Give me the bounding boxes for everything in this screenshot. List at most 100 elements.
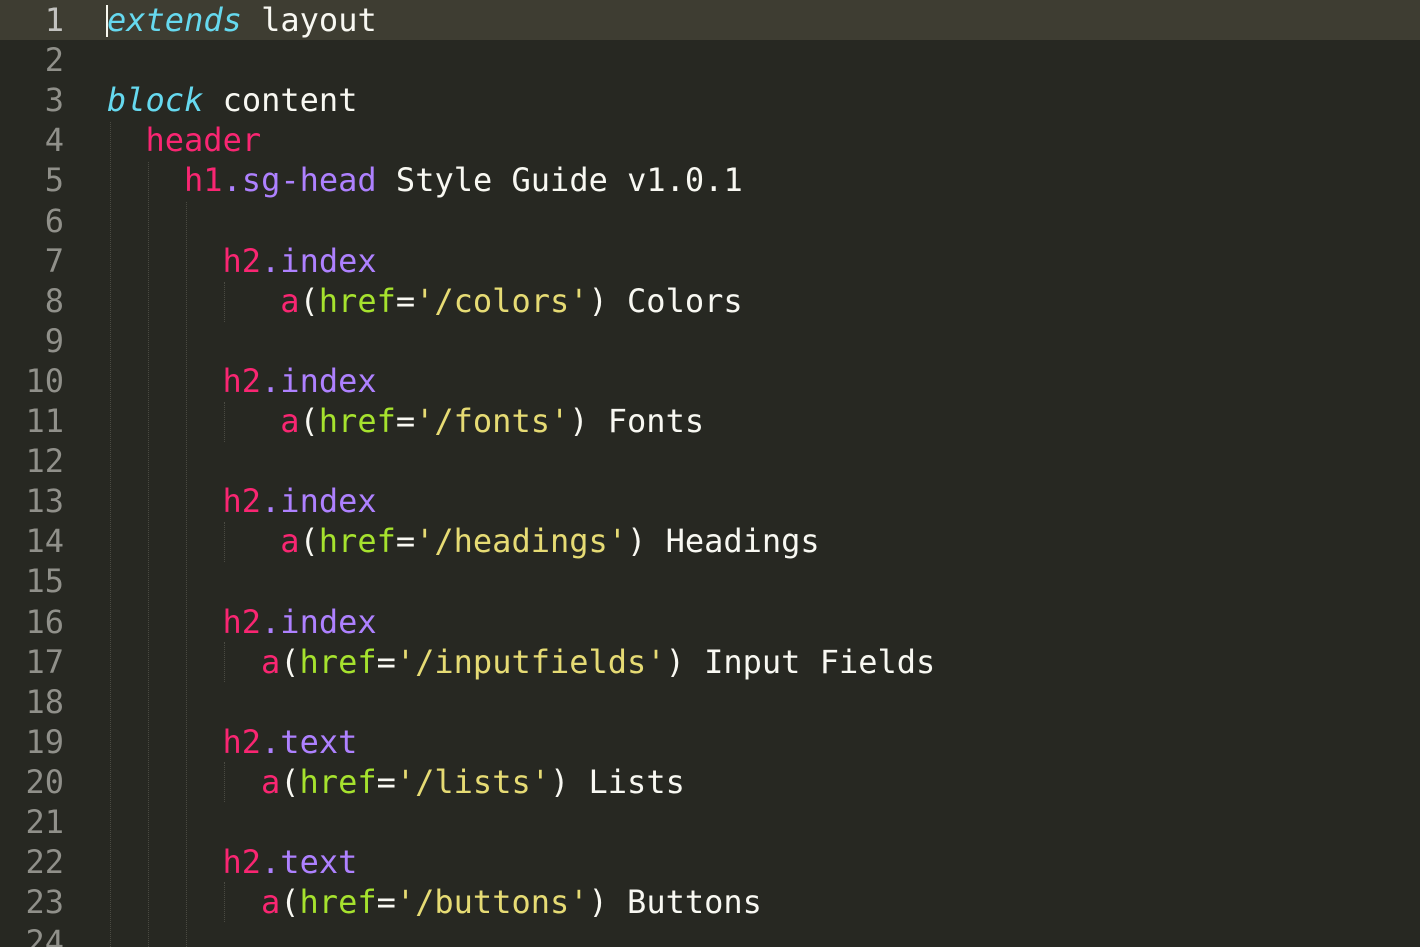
code-token-keyword: block	[107, 81, 204, 120]
code-token-class: .index	[261, 482, 377, 521]
code-token-string: '/headings'	[415, 522, 628, 561]
code-line[interactable]: 19 h2.text	[0, 722, 1420, 762]
line-code: h2.index	[223, 241, 377, 281]
line-code: h1.sg-head Style Guide v1.0.1	[184, 160, 743, 200]
line-code: h2.text	[223, 722, 358, 762]
code-token-plain: (	[280, 883, 300, 922]
code-line[interactable]: 23 a(href='/buttons') Buttons	[0, 882, 1420, 922]
code-line[interactable]: 21	[0, 802, 1420, 842]
code-line[interactable]: 18	[0, 682, 1420, 722]
line-number: 13	[25, 482, 64, 521]
line-code: a(href='/headings') Headings	[280, 521, 819, 561]
code-line[interactable]: 6	[0, 201, 1420, 241]
code-token-tag: a	[261, 762, 281, 801]
code-line[interactable]: 17 a(href='/inputfields') Input Fields	[0, 642, 1420, 682]
code-line[interactable]: 15	[0, 561, 1420, 601]
code-line[interactable]: 12	[0, 441, 1420, 481]
code-token-tag: a	[261, 883, 281, 922]
code-line[interactable]: 7 h2.index	[0, 241, 1420, 281]
code-token-class: .index	[261, 602, 377, 641]
code-line[interactable]: 3 block content	[0, 80, 1420, 120]
line-number: 8	[44, 281, 64, 320]
code-token-plain: =	[376, 642, 396, 681]
line-number: 2	[44, 41, 64, 80]
code-token-tag: header	[145, 121, 262, 160]
code-token-string: '/buttons'	[395, 883, 589, 922]
code-line[interactable]: 10 h2.index	[0, 361, 1420, 401]
line-code: h2.index	[223, 361, 377, 401]
code-token-tag: a	[280, 281, 300, 320]
code-token-plain: (	[299, 522, 319, 561]
code-line[interactable]: 9	[0, 321, 1420, 361]
text-caret	[106, 5, 108, 37]
line-number: 24	[25, 923, 64, 947]
code-token-plain: ) Input Fields	[665, 642, 936, 681]
line-number: 16	[25, 602, 64, 641]
code-line[interactable]: 5 h1.sg-head Style Guide v1.0.1	[0, 160, 1420, 200]
code-editor[interactable]: 1 extends layout 2 3 block content 4 header 5 h1…	[0, 0, 1420, 947]
code-token-attribute: href	[318, 402, 396, 440]
code-token-tag: h2	[222, 722, 262, 761]
code-token-attribute: href	[318, 522, 396, 561]
code-token-string: '/colors'	[415, 281, 589, 320]
code-token-plain: Style Guide v1.0.1	[376, 161, 743, 200]
line-code: a(href='/lists') Lists	[261, 762, 685, 802]
code-line[interactable]: 13 h2.index	[0, 481, 1420, 521]
code-line[interactable]: 20 a(href='/lists') Lists	[0, 762, 1420, 802]
code-token-plain: (	[299, 402, 319, 440]
line-code: a(href='/colors') Colors	[280, 281, 742, 321]
line-number: 19	[25, 722, 64, 761]
code-token-tag: h2	[222, 482, 262, 521]
code-token-tag: a	[280, 402, 300, 440]
code-token-plain: =	[376, 883, 396, 922]
line-number: 18	[25, 682, 64, 721]
code-token-plain: content	[203, 81, 358, 120]
line-number: 12	[25, 442, 64, 481]
code-token-plain: (	[280, 762, 300, 801]
code-token-tag: h2	[222, 843, 262, 882]
line-number: 7	[44, 241, 64, 280]
line-number: 1	[44, 1, 64, 39]
code-token-attribute: href	[299, 642, 377, 681]
line-number: 6	[44, 201, 64, 240]
line-code: h2.index	[223, 481, 377, 521]
code-token-keyword: extends	[107, 1, 242, 39]
line-code: extends layout	[107, 0, 377, 40]
code-token-class: .index	[261, 361, 377, 400]
line-number: 11	[25, 402, 64, 440]
line-number: 9	[44, 321, 64, 360]
code-token-attribute: href	[299, 883, 377, 922]
code-line[interactable]: 22 h2.text	[0, 842, 1420, 882]
code-line[interactable]: 16 h2.index	[0, 602, 1420, 642]
code-line[interactable]: 14 a(href='/headings') Headings	[0, 521, 1420, 561]
code-token-tag: a	[280, 522, 300, 561]
code-token-plain: ) Buttons	[588, 883, 762, 922]
line-code: a(href='/fonts') Fonts	[280, 401, 704, 441]
code-line[interactable]: 24	[0, 922, 1420, 947]
line-code: h2.text	[223, 842, 358, 882]
code-line[interactable]: 11 a(href='/fonts') Fonts	[0, 401, 1420, 441]
line-number: 14	[25, 522, 64, 561]
code-token-plain: =	[376, 762, 396, 801]
code-token-tag: h1	[184, 161, 223, 200]
code-token-tag: h2	[222, 602, 262, 641]
code-token-attribute: href	[318, 281, 396, 320]
line-number: 15	[25, 562, 64, 601]
code-token-plain: (	[280, 642, 300, 681]
code-token-plain: layout	[241, 1, 377, 39]
code-line[interactable]: 1 extends layout	[0, 0, 1420, 40]
code-token-plain: ) Lists	[549, 762, 685, 801]
code-line[interactable]: 2	[0, 40, 1420, 80]
code-line[interactable]: 4 header	[0, 120, 1420, 160]
code-token-class: .text	[261, 843, 358, 882]
code-token-class: .index	[261, 241, 377, 280]
line-code: a(href='/inputfields') Input Fields	[261, 642, 935, 682]
code-token-attribute: href	[299, 762, 377, 801]
line-number: 5	[44, 161, 64, 200]
code-token-tag: h2	[222, 241, 262, 280]
line-code: block content	[107, 80, 357, 120]
code-token-class: .sg-head	[222, 161, 377, 200]
line-code: a(href='/buttons') Buttons	[261, 882, 762, 922]
code-token-string: '/fonts'	[415, 402, 570, 440]
code-line[interactable]: 8 a(href='/colors') Colors	[0, 281, 1420, 321]
